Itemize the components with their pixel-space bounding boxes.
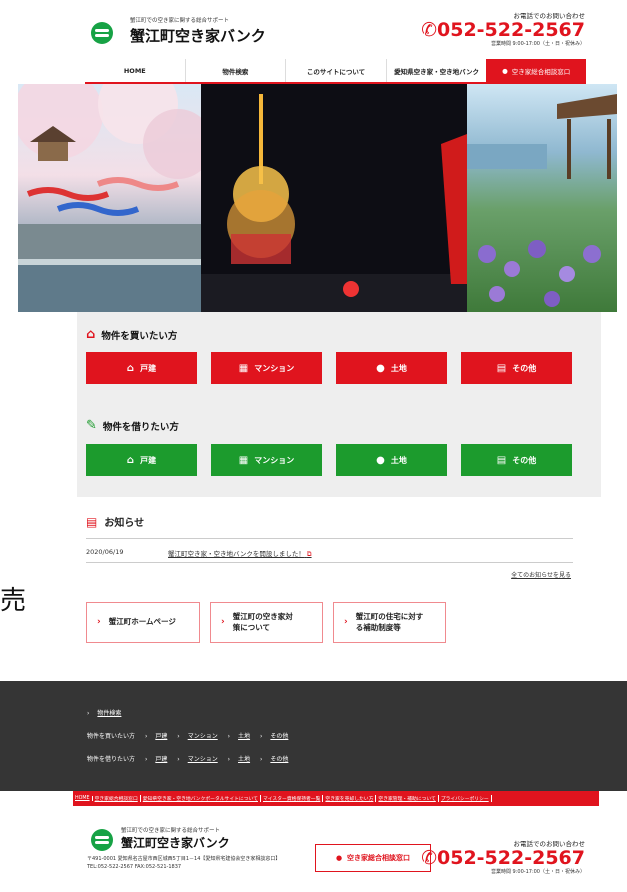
footer-rent-other[interactable]: その他 — [270, 756, 288, 763]
footer-buy-land[interactable]: 土地 — [238, 733, 250, 740]
footer-tagline: 蟹江町での空き家に関する総合サポート — [121, 828, 221, 834]
footer-buy-label: 物件を買いたい方 — [87, 733, 136, 740]
footer-buy-other[interactable]: その他 — [270, 733, 288, 740]
phone-number[interactable]: ✆052-522-2567 — [421, 20, 585, 40]
business-hours: 営業時間 9:00-17:00（土・日・祝休み） — [490, 41, 585, 47]
footer-link-sell[interactable]: 空き家を売却したい方 — [323, 795, 377, 802]
map-pin-icon: ● — [376, 454, 385, 466]
hero-photo-cherry-blossoms — [18, 84, 201, 312]
nav-about[interactable]: このサイトについて — [285, 59, 386, 82]
footer-buy-house[interactable]: 戸建 — [155, 733, 167, 740]
divider — [86, 562, 573, 563]
rent-section-title: ✎ 物件を借りたい方 — [86, 418, 179, 433]
phone-number[interactable]: ✆052-522-2567 — [421, 848, 585, 868]
home-icon: ⌂ — [126, 362, 135, 374]
nav-consultation[interactable]: ● 空き家総合相談窓口 — [486, 59, 586, 82]
phone-icon: ✆ — [421, 847, 438, 869]
rent-mansion-button[interactable]: ▦ マンション — [211, 444, 322, 476]
map-pin-icon: ● — [376, 362, 385, 374]
chevron-right-icon: › — [87, 710, 90, 717]
chevron-right-icon: › — [97, 617, 101, 628]
consult-icon: ● — [502, 66, 508, 75]
hero-image — [18, 84, 617, 312]
stray-glyph: 売 — [0, 586, 27, 616]
footer-search-link[interactable]: 物件検索 — [97, 710, 121, 717]
news-item-link[interactable]: 蟹江町空き家・空き地バンクを開設しました！ ⧉ — [168, 548, 312, 559]
footer-search-row: › 物件検索 — [87, 708, 129, 717]
business-hours: 営業時間 9:00-17:00（土・日・祝休み） — [490, 869, 585, 875]
logo-icon[interactable] — [91, 829, 113, 851]
footer-link-bar: HOME 空き家総合相談窓口 愛知県空き家・空き地バンクポータルサイトについて … — [73, 791, 599, 806]
main-nav: HOME 物件検索 このサイトについて 愛知県空き家・空き地バンク ● 空き家総合… — [85, 59, 586, 84]
news-title: ▤ お知らせ — [86, 514, 145, 530]
chevron-right-icon: › — [344, 617, 348, 628]
rent-house-button[interactable]: ⌂ 戸建 — [86, 444, 197, 476]
hero-photo-festival-night — [201, 84, 467, 312]
vacant-house-policy-link[interactable]: › 蟹江町の空き家対 策について — [210, 602, 323, 643]
footer-rent-label: 物件を借りたい方 — [87, 756, 136, 763]
all-news-link[interactable]: 全てのお知らせを見る — [511, 570, 571, 579]
footer-buy-mansion[interactable]: マンション — [188, 733, 218, 740]
home-icon: ⌂ — [126, 454, 135, 466]
building-icon: ▦ — [238, 362, 249, 374]
buy-land-button[interactable]: ● 土地 — [336, 352, 447, 384]
divider — [86, 538, 573, 539]
nav-property-search[interactable]: 物件検索 — [184, 59, 286, 82]
house-search-icon: ⌂ — [86, 327, 96, 342]
footer-bottom: 蟹江町での空き家に関する総合サポート 蟹江町空き家バンク 〒491-0001 愛… — [85, 822, 585, 892]
external-link-icon: ⧉ — [306, 550, 312, 558]
buy-section-title: ⌂ 物件を買いたい方 — [86, 327, 178, 342]
footer-link-management[interactable]: 空き家管理・補助について — [376, 795, 439, 802]
news-icon: ▤ — [86, 514, 98, 529]
site-title[interactable]: 蟹江町空き家バンク — [130, 25, 266, 46]
building-icon: ▦ — [238, 454, 249, 466]
consult-icon: ● — [335, 854, 343, 862]
rent-land-button[interactable]: ● 土地 — [336, 444, 447, 476]
footer-sitemap: › 物件検索 物件を買いたい方 › 戸建 › マンション › 土地 › その他 物件を借り… — [0, 681, 627, 791]
key-icon: ✎ — [86, 418, 97, 433]
header-contact: お電話でのお問い合わせ ✆052-522-2567 営業時間 9:00-17:0… — [421, 10, 585, 47]
property-search-section: ⌂ 物件を買いたい方 ⌂ 戸建 ▦ マンション ● 土地 ▤ その他 ✎ 物件を借りたい方 … — [77, 312, 601, 497]
buy-mansion-button[interactable]: ▦ マンション — [211, 352, 322, 384]
hero-photo-iris-garden — [467, 84, 617, 312]
footer-contact: お電話でのお問い合わせ ✆052-522-2567 営業時間 9:00-17:0… — [421, 838, 585, 875]
footer-rent-mansion[interactable]: マンション — [188, 756, 218, 763]
tagline: 蟹江町での空き家に関する総合サポート — [130, 18, 230, 24]
logo-icon[interactable] — [91, 22, 113, 44]
buy-house-button[interactable]: ⌂ 戸建 — [86, 352, 197, 384]
phone-icon: ✆ — [421, 19, 438, 41]
chevron-right-icon: › — [221, 617, 225, 628]
footer-link-home[interactable]: HOME — [73, 796, 93, 801]
news-date: 2020/06/19 — [86, 548, 124, 556]
calendar-icon: ▤ — [496, 454, 507, 466]
nav-aichi-bank[interactable]: 愛知県空き家・空き地バンク — [385, 59, 487, 82]
footer-link-meister[interactable]: マイスター資格保持者一覧 — [261, 795, 324, 802]
footer-link-portal[interactable]: 愛知県空き家・空き地バンクポータルサイトについて — [141, 795, 261, 802]
buy-other-button[interactable]: ▤ その他 — [461, 352, 572, 384]
consultation-button[interactable]: ● 空き家総合相談窓口 — [315, 844, 431, 872]
kanie-town-homepage-link[interactable]: › 蟹江町ホームページ — [86, 602, 200, 643]
nav-home[interactable]: HOME — [85, 59, 185, 82]
footer-rent-land[interactable]: 土地 — [238, 756, 250, 763]
footer-rent-row: 物件を借りたい方 › 戸建 › マンション › 土地 › その他 — [87, 756, 289, 763]
calendar-icon: ▤ — [496, 362, 507, 374]
housing-subsidy-link[interactable]: › 蟹江町の住宅に対す る補助制度等 — [333, 602, 446, 643]
footer-site-title[interactable]: 蟹江町空き家バンク — [121, 834, 230, 851]
footer-link-privacy[interactable]: プライバシーポリシー — [439, 795, 492, 802]
rent-other-button[interactable]: ▤ その他 — [461, 444, 572, 476]
site-header: 蟹江町での空き家に関する総合サポート 蟹江町空き家バンク お電話でのお問い合わせ… — [85, 10, 585, 60]
footer-link-consultation[interactable]: 空き家総合相談窓口 — [93, 795, 141, 802]
footer-buy-row: 物件を買いたい方 › 戸建 › マンション › 土地 › その他 — [87, 733, 289, 740]
footer-address: 〒491-0001 愛知県名古屋市西区城西5丁目1－14【愛知県宅建協会空き家相… — [87, 856, 281, 870]
footer-rent-house[interactable]: 戸建 — [155, 756, 167, 763]
